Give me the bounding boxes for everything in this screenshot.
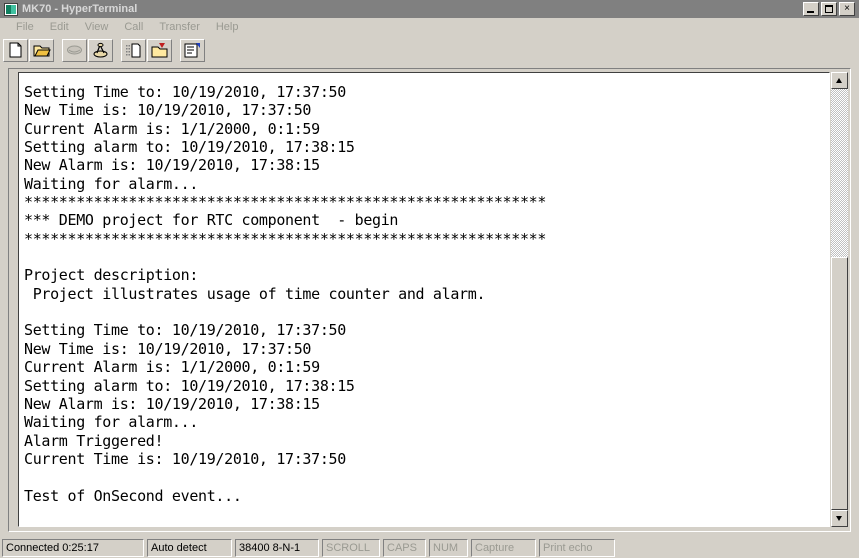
status-print-echo: Print echo bbox=[539, 539, 615, 557]
toolbar bbox=[0, 36, 859, 65]
menu-item-edit[interactable]: Edit bbox=[42, 20, 77, 34]
status-connected: Connected 0:25:17 bbox=[2, 539, 144, 557]
minimize-button[interactable] bbox=[803, 2, 819, 16]
open-connection-button[interactable] bbox=[29, 39, 54, 62]
menu-bar: File Edit View Call Transfer Help bbox=[0, 18, 859, 36]
toolbar-group-file bbox=[3, 39, 55, 62]
disconnect-button[interactable] bbox=[88, 39, 113, 62]
terminal-icon bbox=[4, 2, 18, 16]
status-port-settings: 38400 8-N-1 bbox=[235, 539, 319, 557]
call-button[interactable] bbox=[62, 39, 87, 62]
toolbar-group-properties bbox=[180, 39, 206, 62]
chevron-up-icon bbox=[836, 78, 842, 83]
send-file-icon bbox=[126, 43, 141, 58]
toolbar-group-call bbox=[62, 39, 114, 62]
toolbar-group-transfer bbox=[121, 39, 173, 62]
disconnect-icon bbox=[93, 42, 108, 58]
scroll-down-button[interactable] bbox=[831, 510, 848, 527]
close-icon: × bbox=[844, 3, 850, 14]
terminal-text: Setting Time to: 10/19/2010, 17:37:50 Ne… bbox=[24, 83, 547, 505]
title-bar[interactable]: MK70 - HyperTerminal × bbox=[0, 0, 859, 18]
terminal-panel: Setting Time to: 10/19/2010, 17:37:50 Ne… bbox=[8, 68, 851, 532]
properties-button[interactable] bbox=[180, 39, 205, 62]
status-bar: Connected 0:25:17 Auto detect 38400 8-N-… bbox=[0, 536, 859, 558]
scroll-up-button[interactable] bbox=[831, 72, 848, 89]
menu-item-file[interactable]: File bbox=[8, 20, 42, 34]
receive-file-icon bbox=[151, 43, 168, 58]
window-controls: × bbox=[803, 2, 857, 16]
menu-item-transfer[interactable]: Transfer bbox=[151, 20, 208, 34]
vertical-scrollbar[interactable] bbox=[831, 72, 848, 527]
close-button[interactable]: × bbox=[839, 2, 855, 16]
scrollbar-thumb[interactable] bbox=[831, 257, 848, 510]
new-connection-button[interactable] bbox=[3, 39, 28, 62]
status-capture: Capture bbox=[471, 539, 536, 557]
status-auto-detect: Auto detect bbox=[147, 539, 232, 557]
send-file-button[interactable] bbox=[121, 39, 146, 62]
status-scroll: SCROLL bbox=[322, 539, 380, 557]
menu-item-help[interactable]: Help bbox=[208, 20, 247, 34]
new-connection-icon bbox=[9, 42, 22, 58]
status-num: NUM bbox=[429, 539, 468, 557]
open-folder-icon bbox=[33, 45, 51, 57]
terminal-output[interactable]: Setting Time to: 10/19/2010, 17:37:50 Ne… bbox=[18, 72, 830, 527]
hyperterminal-window: MK70 - HyperTerminal × File Edit View Ca… bbox=[0, 0, 859, 558]
menu-item-call[interactable]: Call bbox=[116, 20, 151, 34]
window-title: MK70 - HyperTerminal bbox=[22, 3, 138, 15]
call-icon bbox=[67, 45, 82, 55]
properties-icon bbox=[184, 43, 200, 58]
receive-file-button[interactable] bbox=[147, 39, 172, 62]
menu-item-view[interactable]: View bbox=[77, 20, 117, 34]
chevron-down-icon bbox=[836, 516, 842, 521]
status-caps: CAPS bbox=[383, 539, 426, 557]
maximize-button[interactable] bbox=[821, 2, 837, 16]
scrollbar-track[interactable] bbox=[831, 89, 848, 510]
